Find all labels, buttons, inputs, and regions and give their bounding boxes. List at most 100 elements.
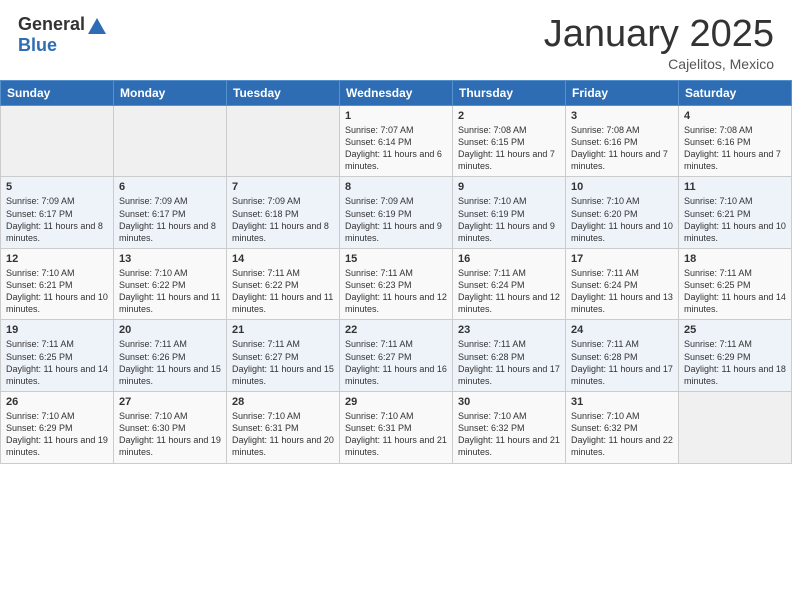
day-info: Sunrise: 7:09 AM Sunset: 6:19 PM Dayligh… — [345, 195, 447, 244]
logo-blue-text: Blue — [18, 35, 57, 55]
calendar-cell: 12 Sunrise: 7:10 AM Sunset: 6:21 PM Dayli… — [1, 248, 114, 320]
day-info: Sunrise: 7:11 AM Sunset: 6:22 PM Dayligh… — [232, 267, 334, 316]
day-info: Sunrise: 7:11 AM Sunset: 6:27 PM Dayligh… — [232, 338, 334, 387]
calendar-table: SundayMondayTuesdayWednesdayThursdayFrid… — [0, 80, 792, 464]
day-info: Sunrise: 7:09 AM Sunset: 6:17 PM Dayligh… — [6, 195, 108, 244]
calendar-cell: 10 Sunrise: 7:10 AM Sunset: 6:20 PM Dayli… — [566, 177, 679, 249]
day-info: Sunrise: 7:10 AM Sunset: 6:32 PM Dayligh… — [571, 410, 673, 459]
day-info: Sunrise: 7:11 AM Sunset: 6:25 PM Dayligh… — [6, 338, 108, 387]
day-number: 5 — [6, 181, 108, 193]
calendar-cell: 11 Sunrise: 7:10 AM Sunset: 6:21 PM Dayli… — [679, 177, 792, 249]
day-number: 23 — [458, 324, 560, 336]
day-number: 27 — [119, 396, 221, 408]
col-header-wednesday: Wednesday — [340, 80, 453, 105]
day-number: 25 — [684, 324, 786, 336]
calendar-cell: 31 Sunrise: 7:10 AM Sunset: 6:32 PM Dayli… — [566, 392, 679, 464]
day-info: Sunrise: 7:10 AM Sunset: 6:30 PM Dayligh… — [119, 410, 221, 459]
day-number: 22 — [345, 324, 447, 336]
day-info: Sunrise: 7:07 AM Sunset: 6:14 PM Dayligh… — [345, 124, 447, 173]
day-info: Sunrise: 7:10 AM Sunset: 6:19 PM Dayligh… — [458, 195, 560, 244]
calendar-cell: 20 Sunrise: 7:11 AM Sunset: 6:26 PM Dayli… — [114, 320, 227, 392]
day-info: Sunrise: 7:10 AM Sunset: 6:21 PM Dayligh… — [684, 195, 786, 244]
day-number: 2 — [458, 110, 560, 122]
day-info: Sunrise: 7:11 AM Sunset: 6:28 PM Dayligh… — [571, 338, 673, 387]
calendar-header-row: SundayMondayTuesdayWednesdayThursdayFrid… — [1, 80, 792, 105]
day-number: 13 — [119, 253, 221, 265]
day-info: Sunrise: 7:08 AM Sunset: 6:16 PM Dayligh… — [571, 124, 673, 173]
col-header-sunday: Sunday — [1, 80, 114, 105]
day-number: 17 — [571, 253, 673, 265]
day-number: 9 — [458, 181, 560, 193]
logo: General Blue — [18, 14, 107, 56]
logo-icon — [87, 17, 107, 35]
calendar-cell: 17 Sunrise: 7:11 AM Sunset: 6:24 PM Dayli… — [566, 248, 679, 320]
calendar-cell: 16 Sunrise: 7:11 AM Sunset: 6:24 PM Dayli… — [453, 248, 566, 320]
calendar-cell: 2 Sunrise: 7:08 AM Sunset: 6:15 PM Daylig… — [453, 105, 566, 177]
calendar-cell — [114, 105, 227, 177]
day-info: Sunrise: 7:10 AM Sunset: 6:22 PM Dayligh… — [119, 267, 221, 316]
day-info: Sunrise: 7:11 AM Sunset: 6:28 PM Dayligh… — [458, 338, 560, 387]
calendar-cell: 29Sunrise: 7:10 AM Sunset: 6:31 PM Dayli… — [340, 392, 453, 464]
calendar-cell: 3Sunrise: 7:08 AM Sunset: 6:16 PM Daylig… — [566, 105, 679, 177]
day-number: 4 — [684, 110, 786, 122]
day-number: 16 — [458, 253, 560, 265]
day-info: Sunrise: 7:09 AM Sunset: 6:17 PM Dayligh… — [119, 195, 221, 244]
day-number: 8 — [345, 181, 447, 193]
day-info: Sunrise: 7:11 AM Sunset: 6:26 PM Dayligh… — [119, 338, 221, 387]
day-info: Sunrise: 7:10 AM Sunset: 6:31 PM Dayligh… — [345, 410, 447, 459]
day-number: 10 — [571, 181, 673, 193]
calendar-week-row: 5 Sunrise: 7:09 AM Sunset: 6:17 PM Daylig… — [1, 177, 792, 249]
calendar-cell: 13 Sunrise: 7:10 AM Sunset: 6:22 PM Dayli… — [114, 248, 227, 320]
day-info: Sunrise: 7:08 AM Sunset: 6:15 PM Dayligh… — [458, 124, 560, 173]
location-text: Cajelitos, Mexico — [544, 56, 774, 72]
col-header-thursday: Thursday — [453, 80, 566, 105]
calendar-cell: 19 Sunrise: 7:11 AM Sunset: 6:25 PM Dayli… — [1, 320, 114, 392]
page: General Blue January 2025 Cajelitos, Mex… — [0, 0, 792, 464]
calendar-cell: 4 Sunrise: 7:08 AM Sunset: 6:16 PM Daylig… — [679, 105, 792, 177]
month-heading: January 2025 — [544, 14, 774, 56]
day-info: Sunrise: 7:08 AM Sunset: 6:16 PM Dayligh… — [684, 124, 786, 173]
day-number: 1 — [345, 110, 447, 122]
calendar-cell — [227, 105, 340, 177]
day-info: Sunrise: 7:10 AM Sunset: 6:31 PM Dayligh… — [232, 410, 334, 459]
calendar-cell: 26Sunrise: 7:10 AM Sunset: 6:29 PM Dayli… — [1, 392, 114, 464]
month-title: January 2025 Cajelitos, Mexico — [544, 14, 774, 72]
day-number: 11 — [684, 181, 786, 193]
day-number: 14 — [232, 253, 334, 265]
calendar-cell: 5 Sunrise: 7:09 AM Sunset: 6:17 PM Daylig… — [1, 177, 114, 249]
calendar-cell: 23 Sunrise: 7:11 AM Sunset: 6:28 PM Dayli… — [453, 320, 566, 392]
calendar-cell — [679, 392, 792, 464]
day-number: 19 — [6, 324, 108, 336]
logo-general-text: General — [18, 14, 85, 35]
calendar-cell: 7Sunrise: 7:09 AM Sunset: 6:18 PM Daylig… — [227, 177, 340, 249]
calendar-week-row: 12 Sunrise: 7:10 AM Sunset: 6:21 PM Dayli… — [1, 248, 792, 320]
day-info: Sunrise: 7:11 AM Sunset: 6:24 PM Dayligh… — [571, 267, 673, 316]
day-info: Sunrise: 7:10 AM Sunset: 6:20 PM Dayligh… — [571, 195, 673, 244]
calendar-cell: 14 Sunrise: 7:11 AM Sunset: 6:22 PM Dayli… — [227, 248, 340, 320]
day-number: 15 — [345, 253, 447, 265]
calendar-week-row: 26Sunrise: 7:10 AM Sunset: 6:29 PM Dayli… — [1, 392, 792, 464]
day-info: Sunrise: 7:11 AM Sunset: 6:29 PM Dayligh… — [684, 338, 786, 387]
day-info: Sunrise: 7:11 AM Sunset: 6:23 PM Dayligh… — [345, 267, 447, 316]
calendar-cell: 27 Sunrise: 7:10 AM Sunset: 6:30 PM Dayli… — [114, 392, 227, 464]
col-header-friday: Friday — [566, 80, 679, 105]
col-header-tuesday: Tuesday — [227, 80, 340, 105]
header: General Blue January 2025 Cajelitos, Mex… — [0, 0, 792, 80]
day-number: 20 — [119, 324, 221, 336]
day-info: Sunrise: 7:10 AM Sunset: 6:29 PM Dayligh… — [6, 410, 108, 459]
calendar-week-row: 19 Sunrise: 7:11 AM Sunset: 6:25 PM Dayli… — [1, 320, 792, 392]
calendar-cell: 21Sunrise: 7:11 AM Sunset: 6:27 PM Dayli… — [227, 320, 340, 392]
day-info: Sunrise: 7:10 AM Sunset: 6:21 PM Dayligh… — [6, 267, 108, 316]
day-number: 31 — [571, 396, 673, 408]
day-info: Sunrise: 7:11 AM Sunset: 6:24 PM Dayligh… — [458, 267, 560, 316]
day-number: 24 — [571, 324, 673, 336]
calendar-cell: 15 Sunrise: 7:11 AM Sunset: 6:23 PM Dayli… — [340, 248, 453, 320]
calendar-week-row: 1 Sunrise: 7:07 AM Sunset: 6:14 PM Daylig… — [1, 105, 792, 177]
day-info: Sunrise: 7:11 AM Sunset: 6:27 PM Dayligh… — [345, 338, 447, 387]
calendar-cell: 28Sunrise: 7:10 AM Sunset: 6:31 PM Dayli… — [227, 392, 340, 464]
calendar-cell: 1 Sunrise: 7:07 AM Sunset: 6:14 PM Daylig… — [340, 105, 453, 177]
calendar-cell: 8 Sunrise: 7:09 AM Sunset: 6:19 PM Daylig… — [340, 177, 453, 249]
calendar-cell: 6Sunrise: 7:09 AM Sunset: 6:17 PM Daylig… — [114, 177, 227, 249]
day-number: 12 — [6, 253, 108, 265]
day-info: Sunrise: 7:09 AM Sunset: 6:18 PM Dayligh… — [232, 195, 334, 244]
